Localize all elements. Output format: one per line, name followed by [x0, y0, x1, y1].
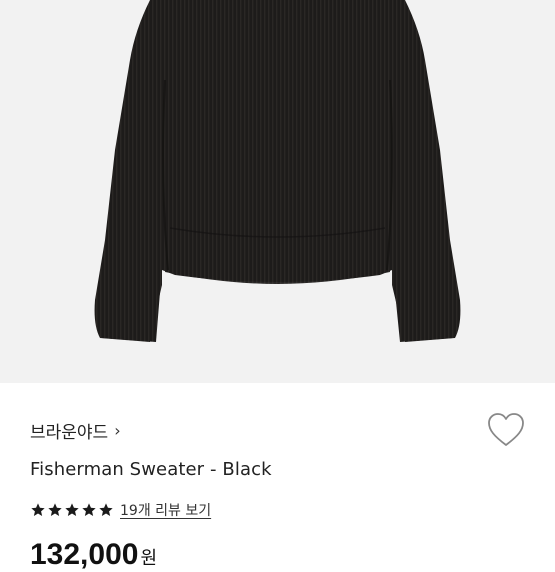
rating-stars [30, 502, 114, 518]
brand-link[interactable]: 브라운야드 › [30, 417, 121, 443]
brand-name: 브라운야드 [30, 422, 109, 443]
price-unit: 원 [140, 548, 158, 568]
star-filled-icon [65, 503, 79, 516]
reviews-link[interactable]: 19개 리뷰 보기 [120, 500, 211, 520]
star-filled-icon [99, 503, 113, 516]
chevron-right-icon: › [114, 420, 121, 440]
star-filled-icon [31, 503, 45, 516]
product-image[interactable] [0, 0, 555, 383]
product-title: Fisherman Sweater - Black [30, 459, 272, 480]
product-price: 132,000 원 [30, 538, 157, 572]
heart-outline-icon[interactable] [486, 411, 526, 449]
star-filled-icon [48, 503, 62, 516]
sweater-illustration [94, 0, 461, 342]
star-filled-icon [82, 503, 96, 516]
product-info-panel: 브라운야드 › Fisherman Sweater - Black 19개 리뷰… [0, 383, 555, 571]
rating-row: 19개 리뷰 보기 [30, 500, 211, 520]
